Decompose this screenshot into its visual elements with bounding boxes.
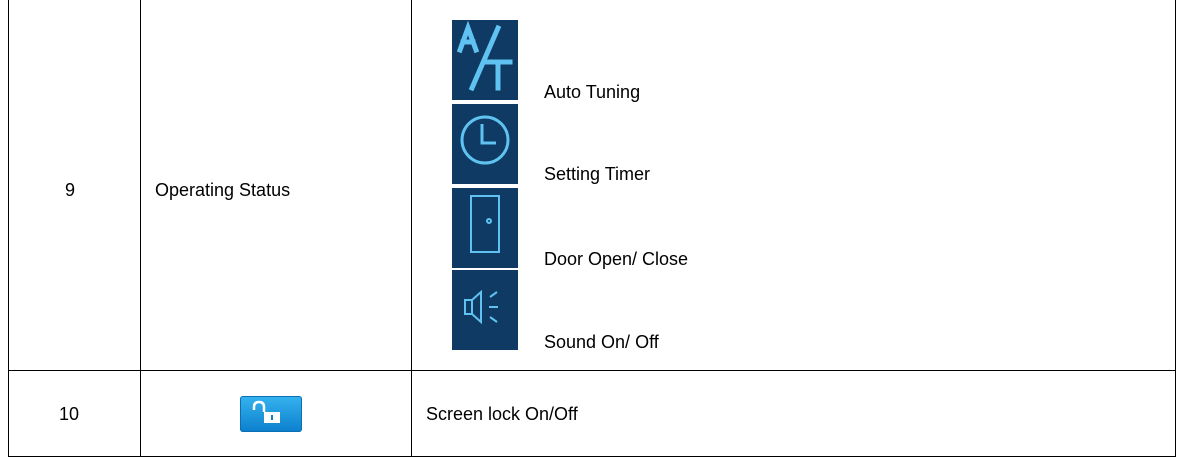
door-icon — [452, 188, 518, 268]
status-table: 9 Operating Status Auto Tuning Setting T… — [8, 0, 1176, 457]
column-divider-2 — [411, 0, 412, 457]
sound-label: Sound On/ Off — [544, 332, 659, 352]
auto-tuning-icon — [452, 20, 518, 100]
column-divider-1 — [140, 0, 141, 457]
unlock-icon — [252, 400, 280, 423]
auto-tuning-label: Auto Tuning — [544, 82, 641, 102]
speaker-icon — [452, 270, 518, 350]
row-number: 9 — [65, 180, 76, 200]
setting-timer-label: Setting Timer — [544, 164, 651, 184]
row-number: 10 — [59, 404, 80, 424]
door-label: Door Open/ Close — [544, 249, 689, 269]
screen-lock-button[interactable] — [240, 396, 302, 432]
screen-lock-description: Screen lock On/Off — [426, 404, 578, 424]
table-border-right — [1175, 0, 1176, 457]
table-border-left — [8, 0, 9, 457]
clock-icon — [452, 104, 518, 184]
feature-name: Operating Status — [155, 180, 291, 200]
row-divider — [8, 370, 1176, 371]
